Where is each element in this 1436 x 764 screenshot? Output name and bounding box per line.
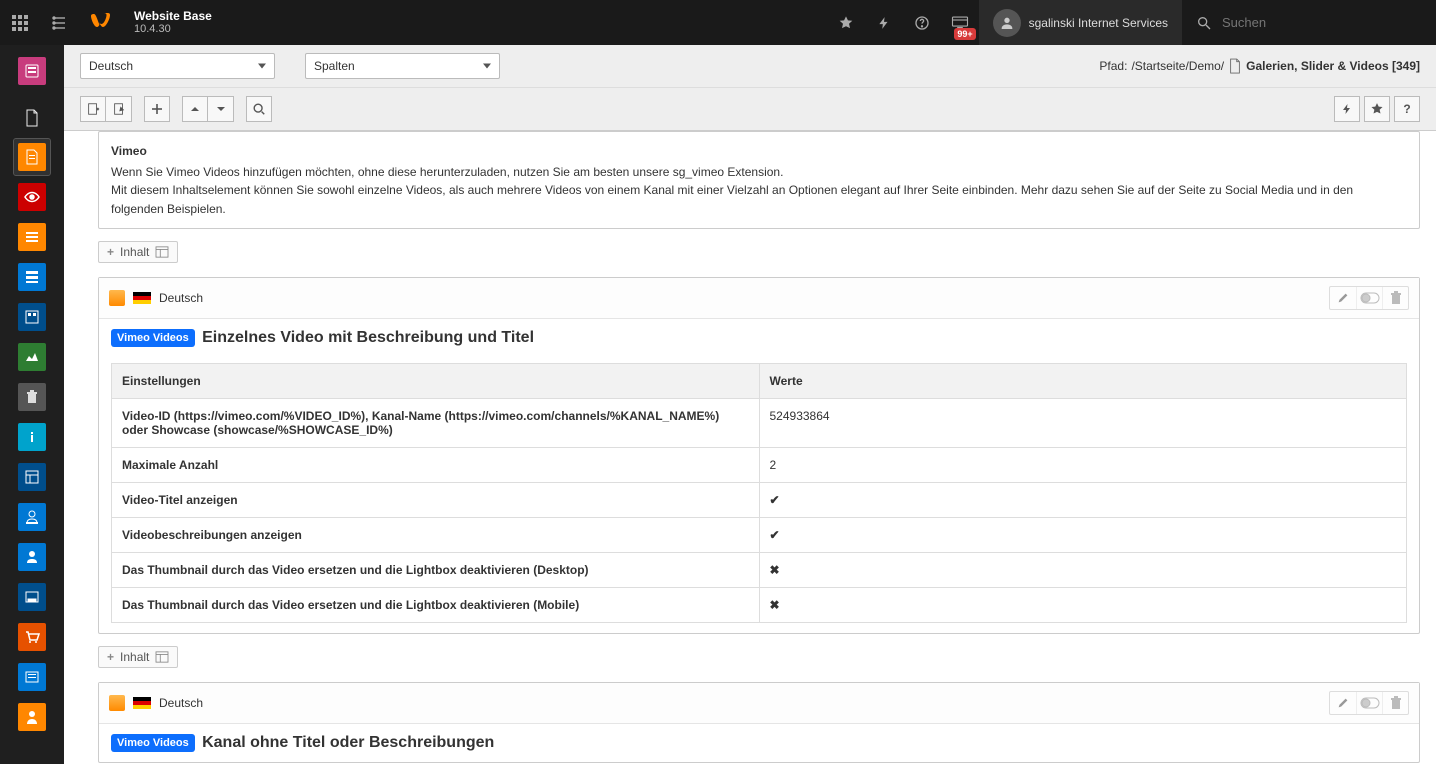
- content-wizard-icon: [155, 651, 169, 663]
- topbar: Website Base 10.4.30 99+ sgalinski Inter…: [0, 0, 1436, 45]
- ce1-delete-button[interactable]: [1382, 287, 1408, 309]
- ce2-langbar: Deutsch: [99, 683, 1419, 724]
- edit-page-button[interactable]: [106, 96, 132, 122]
- plus-icon: +: [107, 650, 114, 664]
- th-values: Werte: [759, 364, 1407, 399]
- sb-mod-cart[interactable]: [14, 619, 50, 655]
- plugin-icon: [109, 290, 125, 306]
- search-icon: [1196, 15, 1212, 31]
- ce1-title: Einzelnes Video mit Beschreibung und Tit…: [202, 329, 534, 346]
- sb-mod-10[interactable]: [14, 499, 50, 535]
- pagetree-toggle-icon[interactable]: [40, 0, 80, 45]
- search-button[interactable]: [246, 96, 272, 122]
- module-sidebar: [0, 45, 64, 764]
- columns-select[interactable]: Spalten: [305, 53, 500, 79]
- plus-icon: +: [107, 245, 114, 259]
- modules-grid-icon[interactable]: [0, 0, 40, 45]
- bookmark-button[interactable]: [1364, 96, 1390, 122]
- page-icon: [1228, 58, 1242, 74]
- expand-down-button[interactable]: [208, 96, 234, 122]
- ce1-edit-button[interactable]: [1330, 287, 1356, 309]
- content-area: Deutsch Spalten Pfad: /Startseite/Demo/ …: [64, 45, 1436, 764]
- user-menu[interactable]: sgalinski Internet Services: [979, 0, 1182, 45]
- ce1-lang: Deutsch: [159, 291, 203, 305]
- ce2-edit-button[interactable]: [1330, 692, 1356, 714]
- language-select[interactable]: Deutsch: [80, 53, 275, 79]
- sb-mod-15[interactable]: [14, 699, 50, 735]
- new-record-button[interactable]: [80, 96, 106, 122]
- flag-de-icon: [133, 697, 151, 709]
- page-title: Galerien, Slider & Videos [349]: [1246, 59, 1420, 73]
- intro-p1: Wenn Sie Vimeo Videos hinzufügen möchten…: [111, 163, 1407, 182]
- ce1-settings-table: Einstellungen Werte Video-ID (https://vi…: [111, 363, 1407, 623]
- ce1-plugin-tag: Vimeo Videos: [111, 329, 195, 347]
- sb-mod-6[interactable]: [14, 339, 50, 375]
- docheader: Deutsch Spalten Pfad: /Startseite/Demo/ …: [64, 45, 1436, 131]
- th-settings: Einstellungen: [112, 364, 760, 399]
- ce2-toggle-button[interactable]: [1356, 692, 1382, 714]
- flag-de-icon: [133, 292, 151, 304]
- sb-mod-info[interactable]: [14, 419, 50, 455]
- ce2-delete-button[interactable]: [1382, 692, 1408, 714]
- sb-mod-12[interactable]: [14, 579, 50, 615]
- sb-mod-14[interactable]: [14, 659, 50, 695]
- sb-mod-9[interactable]: [14, 459, 50, 495]
- add-button[interactable]: [144, 96, 170, 122]
- site-name: Website Base: [134, 9, 212, 23]
- systeminfo-badge: 99+: [954, 28, 975, 40]
- sb-mod-0[interactable]: [14, 53, 50, 89]
- table-row: Video-ID (https://vimeo.com/%VIDEO_ID%),…: [112, 399, 1407, 448]
- typo3-logo-icon[interactable]: [80, 0, 120, 45]
- breadcrumb: Pfad: /Startseite/Demo/ Galerien, Slider…: [1099, 58, 1420, 74]
- avatar-icon: [993, 9, 1021, 37]
- plugin-icon: [109, 695, 125, 711]
- collapse-up-button[interactable]: [182, 96, 208, 122]
- table-row: Video-Titel anzeigen✔: [112, 483, 1407, 518]
- content-element-1[interactable]: Deutsch Vimeo Videos Einzelnes Video mit…: [98, 277, 1420, 634]
- cache-flash-icon[interactable]: [865, 0, 903, 45]
- content-element-2[interactable]: Deutsch Vimeo Videos Kanal ohne Titel od…: [98, 682, 1420, 763]
- bookmark-star-icon[interactable]: [827, 0, 865, 45]
- ce1-toggle-button[interactable]: [1356, 287, 1382, 309]
- sb-mod-trash[interactable]: [14, 379, 50, 415]
- table-row: Maximale Anzahl2: [112, 448, 1407, 483]
- table-row: Das Thumbnail durch das Video ersetzen u…: [112, 553, 1407, 588]
- toolbar-group-4: [246, 96, 272, 122]
- sb-mod-4[interactable]: [14, 259, 50, 295]
- table-row: Videobeschreibungen anzeigen✔: [112, 518, 1407, 553]
- sb-mod-5[interactable]: [14, 299, 50, 335]
- help-icon[interactable]: [903, 0, 941, 45]
- sb-page-icon[interactable]: [16, 102, 48, 134]
- user-name: sgalinski Internet Services: [1029, 16, 1168, 30]
- ce1-langbar: Deutsch: [99, 278, 1419, 319]
- add-content-button-1[interactable]: + Inhalt: [98, 241, 178, 263]
- search-box[interactable]: [1182, 0, 1436, 45]
- content-wizard-icon: [155, 246, 169, 258]
- site-version: 10.4.30: [134, 23, 212, 36]
- ce2-lang: Deutsch: [159, 696, 203, 710]
- sb-mod-list[interactable]: [14, 219, 50, 255]
- ce2-plugin-tag: Vimeo Videos: [111, 734, 195, 752]
- ce2-title: Kanal ohne Titel oder Beschreibungen: [202, 734, 494, 751]
- toolbar-group-3: [182, 96, 234, 122]
- table-row: Das Thumbnail durch das Video ersetzen u…: [112, 588, 1407, 623]
- intro-panel: Vimeo Wenn Sie Vimeo Videos hinzufügen m…: [98, 131, 1420, 229]
- sb-mod-11[interactable]: [14, 539, 50, 575]
- toolbar-group-2: [144, 96, 170, 122]
- help-button[interactable]: ?: [1394, 96, 1420, 122]
- sb-mod-view[interactable]: [14, 179, 50, 215]
- sb-mod-page[interactable]: [14, 139, 50, 175]
- add-content-button-2[interactable]: + Inhalt: [98, 646, 178, 668]
- site-info: Website Base 10.4.30: [120, 9, 226, 37]
- search-input[interactable]: [1222, 15, 1422, 30]
- intro-heading: Vimeo: [111, 142, 1407, 161]
- toolbar-group-1: [80, 96, 132, 122]
- cache-button[interactable]: [1334, 96, 1360, 122]
- intro-p2: Mit diesem Inhaltselement können Sie sow…: [111, 181, 1407, 218]
- systeminfo-icon[interactable]: 99+: [941, 0, 979, 45]
